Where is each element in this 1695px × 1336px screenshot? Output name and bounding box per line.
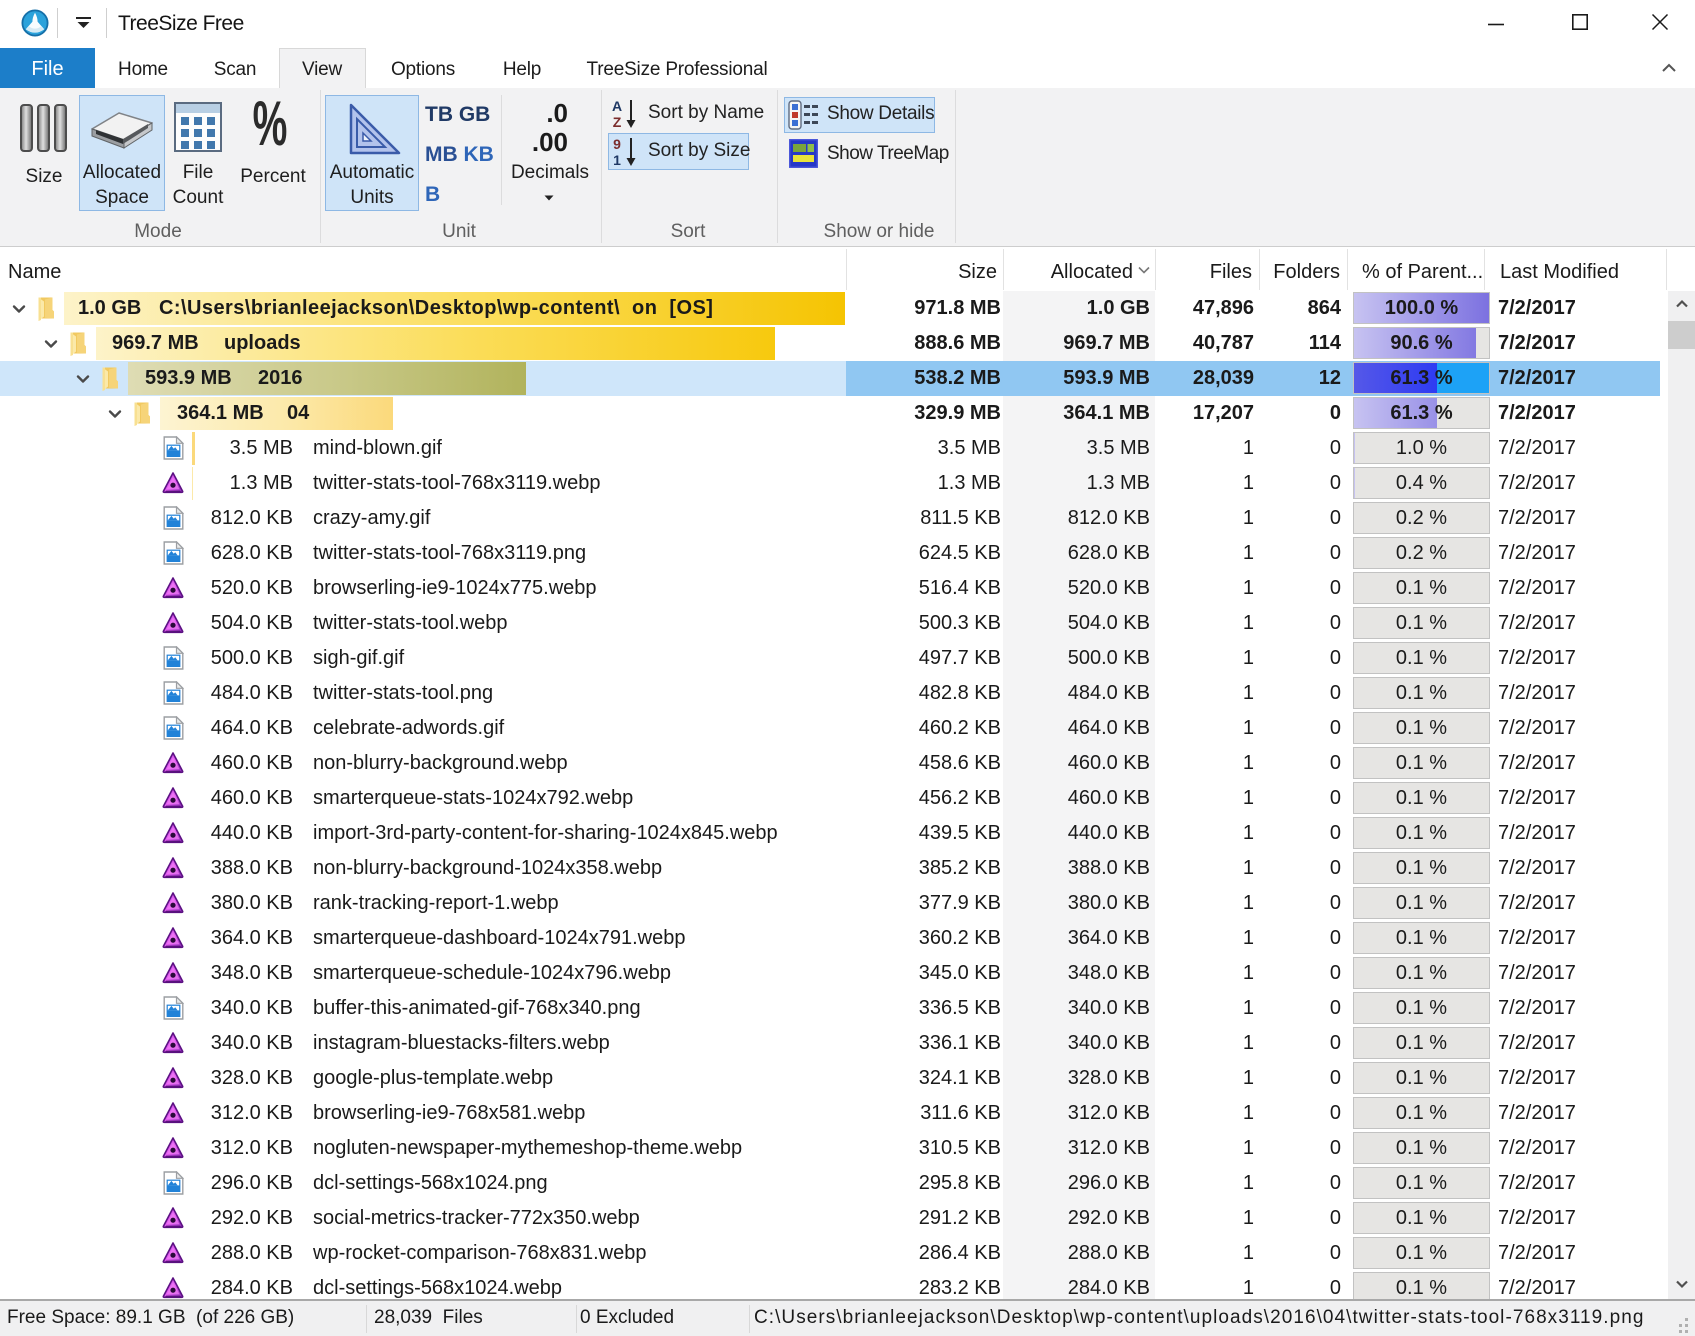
svg-text:9: 9 <box>613 136 621 152</box>
svg-text:1: 1 <box>613 152 621 168</box>
svg-text:Z: Z <box>613 114 622 130</box>
svg-text:A: A <box>612 98 622 114</box>
